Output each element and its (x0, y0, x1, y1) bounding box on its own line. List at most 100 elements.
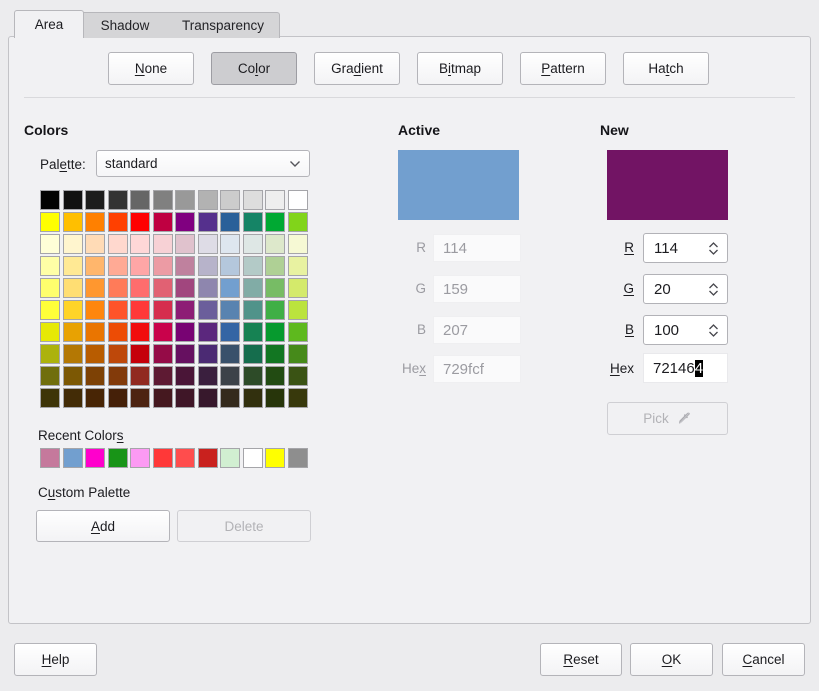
color-swatch[interactable] (243, 448, 263, 468)
spinner-arrows[interactable] (708, 242, 719, 255)
color-swatch[interactable] (130, 448, 150, 468)
color-swatch[interactable] (265, 388, 285, 408)
color-swatch[interactable] (175, 300, 195, 320)
color-swatch[interactable] (40, 366, 60, 386)
color-swatch[interactable] (220, 234, 240, 254)
new-b-spinner[interactable]: 100 (643, 315, 728, 345)
fill-pattern-button[interactable]: Pattern (520, 52, 606, 85)
color-swatch[interactable] (198, 212, 218, 232)
color-swatch[interactable] (153, 448, 173, 468)
color-swatch[interactable] (85, 322, 105, 342)
color-swatch[interactable] (153, 278, 173, 298)
color-swatch[interactable] (288, 278, 308, 298)
color-swatch[interactable] (220, 388, 240, 408)
add-button[interactable]: Add (36, 510, 170, 542)
fill-bitmap-button[interactable]: Bitmap (417, 52, 503, 85)
new-g-spinner[interactable]: 20 (643, 274, 728, 304)
help-button[interactable]: Help (14, 643, 97, 676)
color-swatch[interactable] (40, 448, 60, 468)
color-swatch[interactable] (198, 366, 218, 386)
color-swatch[interactable] (153, 300, 173, 320)
color-swatch[interactable] (108, 256, 128, 276)
color-swatch[interactable] (85, 256, 105, 276)
color-swatch[interactable] (243, 388, 263, 408)
color-swatch[interactable] (243, 212, 263, 232)
color-swatch[interactable] (153, 234, 173, 254)
color-swatch[interactable] (108, 278, 128, 298)
cancel-button[interactable]: Cancel (722, 643, 805, 676)
color-swatch[interactable] (198, 448, 218, 468)
color-swatch[interactable] (175, 190, 195, 210)
color-swatch[interactable] (175, 234, 195, 254)
color-swatch[interactable] (130, 322, 150, 342)
new-hex-input[interactable]: 721464 (643, 353, 728, 383)
color-swatch[interactable] (288, 190, 308, 210)
color-swatch[interactable] (220, 448, 240, 468)
color-swatch[interactable] (85, 190, 105, 210)
color-swatch[interactable] (175, 448, 195, 468)
fill-gradient-button[interactable]: Gradient (314, 52, 400, 85)
color-swatch[interactable] (243, 366, 263, 386)
color-swatch[interactable] (130, 212, 150, 232)
color-swatch[interactable] (63, 190, 83, 210)
color-swatch[interactable] (265, 344, 285, 364)
color-swatch[interactable] (85, 278, 105, 298)
color-swatch[interactable] (63, 448, 83, 468)
color-swatch[interactable] (108, 366, 128, 386)
color-swatch[interactable] (108, 234, 128, 254)
color-swatch[interactable] (130, 300, 150, 320)
tab-area[interactable]: Area (14, 10, 84, 38)
color-swatch[interactable] (40, 322, 60, 342)
color-swatch[interactable] (108, 212, 128, 232)
fill-none-button[interactable]: None (108, 52, 194, 85)
color-swatch[interactable] (288, 300, 308, 320)
color-swatch[interactable] (198, 278, 218, 298)
color-swatch[interactable] (220, 212, 240, 232)
color-swatch[interactable] (265, 448, 285, 468)
color-swatch[interactable] (40, 344, 60, 364)
color-swatch[interactable] (175, 322, 195, 342)
color-swatch[interactable] (288, 344, 308, 364)
color-swatch[interactable] (243, 234, 263, 254)
color-swatch[interactable] (288, 234, 308, 254)
color-swatch[interactable] (175, 256, 195, 276)
color-swatch[interactable] (220, 366, 240, 386)
color-swatch[interactable] (265, 212, 285, 232)
color-swatch[interactable] (63, 344, 83, 364)
color-swatch[interactable] (175, 388, 195, 408)
color-swatch[interactable] (40, 300, 60, 320)
color-swatch[interactable] (220, 190, 240, 210)
color-swatch[interactable] (63, 234, 83, 254)
color-swatch[interactable] (40, 190, 60, 210)
color-swatch[interactable] (243, 256, 263, 276)
color-swatch[interactable] (40, 278, 60, 298)
color-swatch[interactable] (153, 322, 173, 342)
color-swatch[interactable] (108, 300, 128, 320)
color-swatch[interactable] (130, 278, 150, 298)
spinner-arrows[interactable] (708, 324, 719, 337)
tab-shadow[interactable]: Shadow (83, 13, 167, 38)
color-swatch[interactable] (175, 344, 195, 364)
color-swatch[interactable] (63, 256, 83, 276)
color-swatch[interactable] (198, 300, 218, 320)
color-swatch[interactable] (220, 278, 240, 298)
color-swatch[interactable] (265, 300, 285, 320)
color-swatch[interactable] (85, 300, 105, 320)
tab-transparency[interactable]: Transparency (167, 13, 279, 38)
color-swatch[interactable] (40, 212, 60, 232)
color-swatch[interactable] (265, 366, 285, 386)
color-swatch[interactable] (265, 278, 285, 298)
color-swatch[interactable] (85, 448, 105, 468)
color-swatch[interactable] (153, 256, 173, 276)
color-swatch[interactable] (198, 322, 218, 342)
color-swatch[interactable] (198, 256, 218, 276)
color-swatch[interactable] (265, 190, 285, 210)
color-swatch[interactable] (108, 190, 128, 210)
color-swatch[interactable] (40, 256, 60, 276)
color-swatch[interactable] (108, 388, 128, 408)
color-swatch[interactable] (175, 366, 195, 386)
color-swatch[interactable] (40, 234, 60, 254)
color-swatch[interactable] (85, 344, 105, 364)
color-swatch[interactable] (198, 344, 218, 364)
new-r-spinner[interactable]: 114 (643, 233, 728, 263)
